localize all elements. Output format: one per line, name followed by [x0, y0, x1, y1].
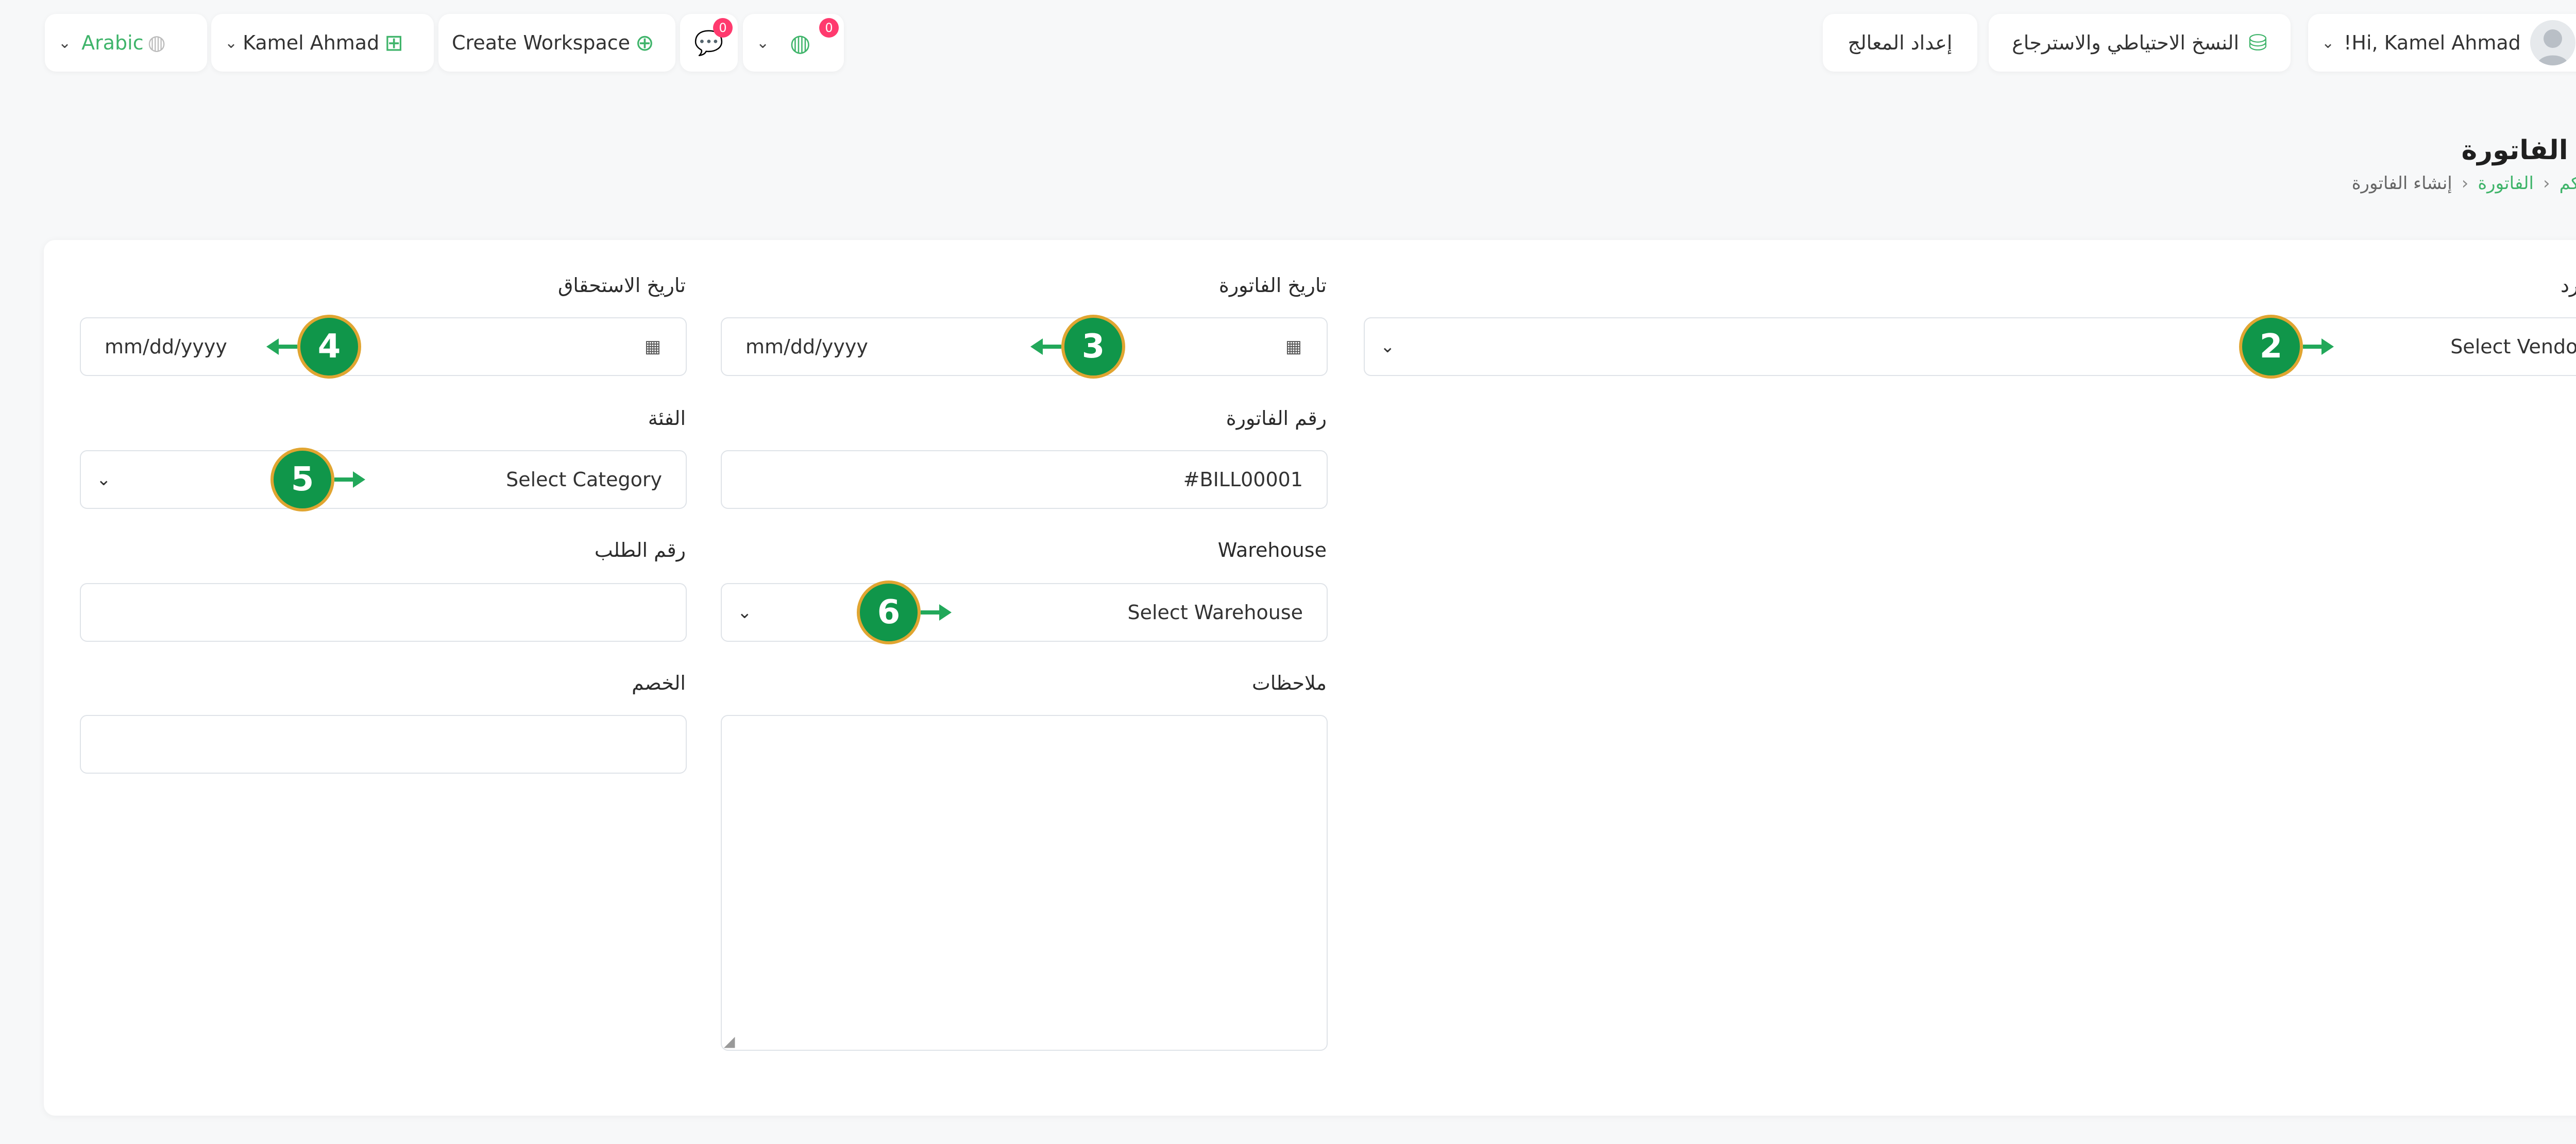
breadcrumb-separator-icon: ‹: [2461, 173, 2469, 194]
notes-textarea[interactable]: ◢: [721, 715, 1328, 1051]
vendor-placeholder: Select Vendor: [2450, 335, 2576, 358]
create-workspace-label: Create Workspace: [452, 31, 631, 54]
calendar-icon: ▦: [644, 336, 661, 357]
page-title: إنشاء الفاتورة: [2461, 135, 2576, 166]
chevron-down-icon: ⌄: [225, 33, 238, 52]
breadcrumb-current: إنشاء الفاتورة: [2351, 173, 2452, 194]
due-date-label: تاريخ الاستحقاق: [557, 274, 686, 297]
chevron-down-icon: ⌄: [737, 602, 752, 623]
notifications-button[interactable]: ⌄ ◍ 0: [743, 14, 844, 72]
chevron-down-icon: ⌄: [96, 469, 111, 490]
chevron-down-icon: ⌄: [58, 33, 72, 52]
discount-label: الخصم: [632, 672, 686, 694]
create-workspace-button[interactable]: Create Workspace ⊕: [438, 14, 675, 72]
breadcrumb-dashboard[interactable]: لوحة التحكم: [2560, 173, 2576, 194]
avatar: [2530, 20, 2575, 65]
due-date-input[interactable]: mm/dd/yyyy ▦: [80, 317, 687, 376]
bill-form-card: المورد ⌄ Select Vendor تاريخ الفاتورة mm…: [44, 240, 2576, 1116]
breadcrumb-separator-icon: ‹: [2543, 173, 2550, 194]
resize-handle-icon[interactable]: ◢: [724, 1033, 735, 1050]
order-number-label: رقم الطلب: [594, 539, 686, 561]
bill-date-label: تاريخ الفاتورة: [1218, 274, 1327, 297]
bill-date-input[interactable]: mm/dd/yyyy ▦: [721, 317, 1328, 376]
backup-label: النسخ الاحتياطي والاسترجاع: [2012, 31, 2240, 54]
category-label: الفئة: [648, 407, 686, 430]
vendor-select[interactable]: ⌄ Select Vendor: [1364, 317, 2576, 376]
user-menu-label: Kamel Ahmad: [243, 31, 380, 54]
database-icon: ⛁: [2248, 29, 2267, 56]
due-date-placeholder: mm/dd/yyyy: [105, 335, 227, 358]
backup-restore-button[interactable]: النسخ الاحتياطي والاسترجاع ⛁: [1989, 14, 2291, 72]
annotation-marker-6: 6: [857, 580, 921, 644]
wizard-label: إعداد المعالج: [1848, 31, 1953, 54]
annotation-arrow-right-icon: [334, 471, 365, 488]
wizard-button[interactable]: إعداد المعالج: [1823, 14, 1977, 72]
chevron-down-icon: ⌄: [2321, 33, 2335, 52]
user-workspace-menu[interactable]: ⌄ Kamel Ahmad ⊞: [211, 14, 434, 72]
vendor-label: المورد: [2560, 274, 2576, 297]
messages-button[interactable]: 💬 0: [680, 14, 738, 72]
calendar-icon: ▦: [1285, 336, 1302, 357]
apps-icon: ⊞: [384, 29, 404, 56]
user-avatar-icon: [2536, 29, 2569, 65]
globe-icon: ◍: [790, 29, 811, 57]
annotation-marker-5: 5: [270, 448, 334, 511]
bill-number-input[interactable]: #BILL00001: [721, 450, 1328, 509]
messages-badge: 0: [713, 18, 733, 38]
globe-icon: ◍: [147, 31, 166, 55]
chevron-down-icon: ⌄: [756, 33, 770, 52]
plus-circle-icon: ⊕: [635, 29, 654, 56]
annotation-arrow-right-icon: [2303, 338, 2334, 355]
bill-number-value: #BILL00001: [1183, 468, 1303, 491]
language-label: Arabic: [81, 31, 144, 54]
top-bar: ⌄ Arabic ◍ ⌄ Kamel Ahmad ⊞ Create Worksp…: [0, 0, 2576, 82]
annotation-arrow-left-icon: [1030, 338, 1061, 355]
annotation-marker-3: 3: [1061, 315, 1125, 379]
order-number-input[interactable]: [80, 583, 687, 642]
notes-label: ملاحظات: [1251, 672, 1327, 694]
annotation-marker-2: 2: [2239, 315, 2303, 379]
breadcrumb: لوحة التحكم ‹ الفاتورة ‹ إنشاء الفاتورة: [2352, 173, 2576, 194]
annotation-arrow-left-icon: [266, 338, 297, 355]
annotation-marker-4: 4: [297, 315, 361, 379]
profile-menu[interactable]: ⌄ Hi, Kamel Ahmad!: [2308, 14, 2576, 72]
warehouse-placeholder: Select Warehouse: [1127, 601, 1303, 624]
warehouse-label: Warehouse: [1217, 539, 1327, 561]
language-selector[interactable]: ⌄ Arabic ◍: [45, 14, 207, 72]
bill-number-label: رقم الفاتورة: [1226, 407, 1327, 430]
greeting-label: Hi, Kamel Ahmad!: [2344, 31, 2521, 54]
discount-input[interactable]: [80, 715, 687, 774]
category-select[interactable]: ⌄ Select Category: [80, 450, 687, 509]
chevron-down-icon: ⌄: [1380, 336, 1395, 357]
category-placeholder: Select Category: [506, 468, 662, 491]
notifications-badge: 0: [819, 18, 839, 38]
breadcrumb-bill[interactable]: الفاتورة: [2478, 173, 2534, 194]
warehouse-select[interactable]: ⌄ Select Warehouse: [721, 583, 1328, 642]
bill-date-placeholder: mm/dd/yyyy: [745, 335, 868, 358]
annotation-arrow-right-icon: [921, 604, 952, 621]
